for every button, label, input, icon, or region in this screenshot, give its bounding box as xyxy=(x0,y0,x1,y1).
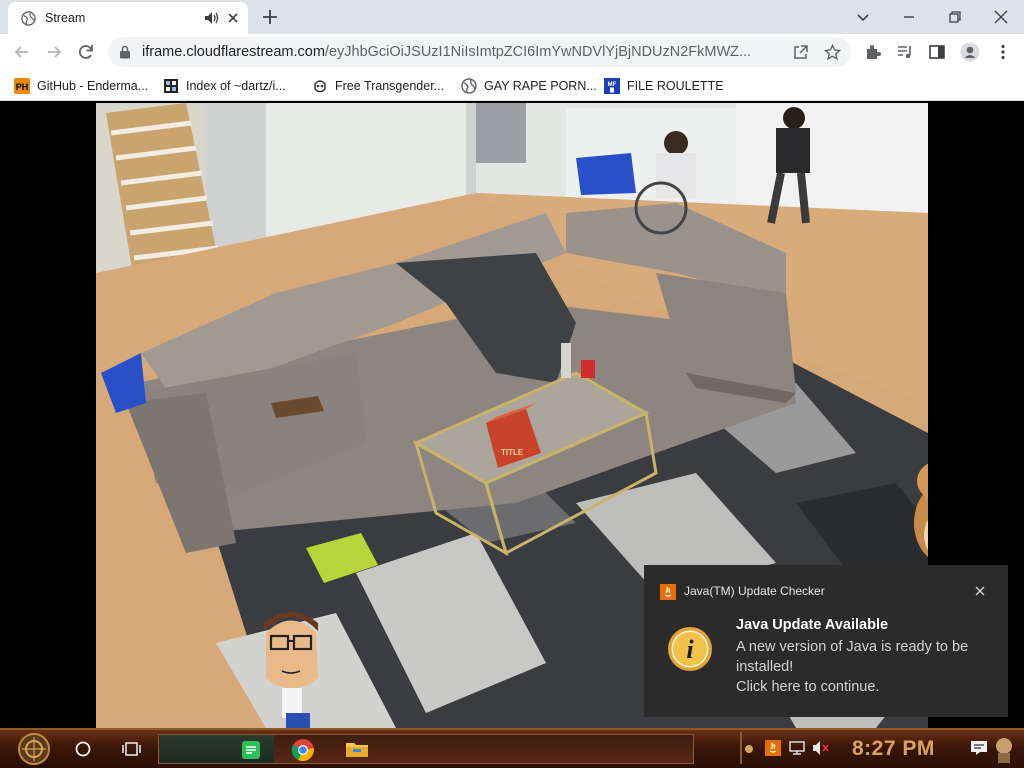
side-panel-icon[interactable] xyxy=(928,43,946,61)
url-host: iframe.cloudflarestream.com xyxy=(142,44,325,60)
toast-body: A new version of Java is ready to be ins… xyxy=(736,637,992,697)
media-control-icon[interactable] xyxy=(896,43,914,61)
profile-avatar-icon[interactable] xyxy=(960,42,980,62)
bookmark-globe-site[interactable]: GAY RAPE PORN... xyxy=(461,77,597,95)
start-button-icon[interactable] xyxy=(12,732,56,766)
toast-body-line: Click here to continue. xyxy=(736,679,880,695)
svg-text:i: i xyxy=(686,635,694,664)
globe-icon xyxy=(21,11,36,26)
svg-text:PH: PH xyxy=(16,82,29,92)
github-ph-icon: PH xyxy=(14,78,30,94)
java-update-toast[interactable]: Java(TM) Update Checker i Java Update Av… xyxy=(644,565,1008,717)
bookmark-github[interactable]: PH GitHub - Enderma... xyxy=(14,77,148,95)
share-icon[interactable] xyxy=(792,44,809,61)
toast-body-line: A new version of Java is ready to be xyxy=(736,639,969,655)
minimize-button[interactable] xyxy=(898,6,920,28)
back-icon[interactable] xyxy=(12,42,32,62)
notes-app-icon[interactable] xyxy=(240,739,262,761)
toast-close-icon[interactable] xyxy=(972,583,988,599)
new-tab-button[interactable] xyxy=(259,6,281,28)
url-text[interactable]: iframe.cloudflarestream.com/eyJhbGciOiJS… xyxy=(142,44,788,60)
tab-stream[interactable]: Stream xyxy=(8,2,248,34)
speaker-icon[interactable] xyxy=(204,11,219,25)
character-tray-icon xyxy=(996,738,1012,763)
lock-icon[interactable] xyxy=(118,45,132,59)
bookmark-label: Index of ~dartz/i... xyxy=(186,79,286,93)
java-app-icon xyxy=(660,584,676,600)
toast-app-name: Java(TM) Update Checker xyxy=(684,584,825,598)
tab-search-icon[interactable] xyxy=(852,6,874,28)
bookmarks-bar: PH GitHub - Enderma... Index of ~dartz/i… xyxy=(0,70,1024,101)
bookmark-label: GitHub - Enderma... xyxy=(37,79,149,93)
bookmark-free-transgender[interactable]: Free Transgender... xyxy=(312,77,444,95)
menu-kebab-icon[interactable] xyxy=(994,43,1012,61)
address-bar[interactable]: iframe.cloudflarestream.com/eyJhbGciOiJS… xyxy=(108,37,851,67)
chrome-icon[interactable] xyxy=(291,738,315,762)
file-roulette-icon: MF xyxy=(604,78,620,94)
tab-title: Stream xyxy=(45,11,86,25)
reload-icon[interactable] xyxy=(76,42,96,62)
bookmark-site-icon xyxy=(314,80,326,93)
taskbar: 8:27 PM xyxy=(0,728,1024,768)
toast-heading: Java Update Available xyxy=(736,617,889,633)
bookmark-file-roulette[interactable]: MF FILE ROULETTE xyxy=(604,77,724,95)
globe-icon xyxy=(461,78,477,94)
tray-divider xyxy=(740,732,742,764)
search-circle-icon[interactable] xyxy=(74,740,92,758)
toast-body-line: installed! xyxy=(736,659,794,675)
java-tray-icon[interactable] xyxy=(765,740,781,756)
video-box-label: TITLE xyxy=(501,448,524,457)
task-view-icon[interactable] xyxy=(121,740,141,758)
chevron-up-icon[interactable] xyxy=(744,742,754,756)
bookmark-index-dartz[interactable]: Index of ~dartz/i... xyxy=(163,77,286,95)
close-window-button[interactable] xyxy=(990,6,1012,28)
bookmark-label: GAY RAPE PORN... xyxy=(484,79,597,93)
svg-text:MF: MF xyxy=(608,82,617,88)
action-center-icon[interactable] xyxy=(970,740,988,756)
restore-button[interactable] xyxy=(944,6,966,28)
browser-toolbar: iframe.cloudflarestream.com/eyJhbGciOiJS… xyxy=(0,34,1024,70)
network-icon[interactable] xyxy=(788,740,806,756)
folder-index-icon xyxy=(164,79,178,93)
file-explorer-icon[interactable] xyxy=(345,739,369,759)
extensions-icon[interactable] xyxy=(864,43,882,61)
close-tab-icon[interactable] xyxy=(225,10,241,26)
url-path: /eyJhbGciOiJSUzI1NiIsImtpZCI6ImYwNDVlYjB… xyxy=(324,44,752,60)
forward-icon[interactable] xyxy=(44,42,64,62)
bookmark-star-icon[interactable] xyxy=(824,44,841,61)
bookmark-label: Free Transgender... xyxy=(335,79,445,93)
info-icon: i xyxy=(668,627,712,671)
volume-muted-icon[interactable] xyxy=(812,740,830,756)
taskbar-clock[interactable]: 8:27 PM xyxy=(852,737,935,761)
bookmark-label: FILE ROULETTE xyxy=(627,79,724,93)
tab-strip: Stream xyxy=(0,0,1024,34)
